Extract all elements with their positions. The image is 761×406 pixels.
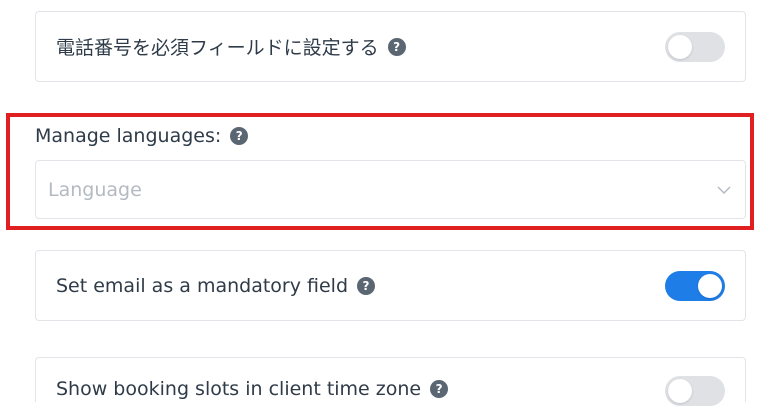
setting-row-phone-required: 電話番号を必須フィールドに設定する ? xyxy=(36,12,745,81)
highlight-frame xyxy=(6,113,754,230)
toggle-knob xyxy=(668,34,692,59)
toggle-knob xyxy=(668,379,692,403)
help-icon[interactable]: ? xyxy=(357,276,376,295)
setting-row-client-timezone: Show booking slots in client time zone ? xyxy=(36,358,745,406)
client-timezone-label: Show booking slots in client time zone xyxy=(56,378,422,400)
toggle-knob xyxy=(698,273,722,298)
setting-label-wrap: 電話番号を必須フィールドに設定する ? xyxy=(56,33,406,60)
help-icon[interactable]: ? xyxy=(430,380,449,398)
email-required-label: Set email as a mandatory field xyxy=(56,274,349,297)
phone-required-label: 電話番号を必須フィールドに設定する xyxy=(56,37,379,59)
email-required-toggle[interactable] xyxy=(665,270,725,301)
setting-card-email-required: Set email as a mandatory field ? xyxy=(35,250,746,321)
phone-required-toggle[interactable] xyxy=(665,31,725,62)
setting-card-phone-required: 電話番号を必須フィールドに設定する ? xyxy=(35,11,746,82)
setting-label-wrap: Set email as a mandatory field ? xyxy=(56,274,376,297)
setting-label-wrap: Show booking slots in client time zone ? xyxy=(56,378,449,400)
setting-row-email-required: Set email as a mandatory field ? xyxy=(36,251,745,320)
help-icon[interactable]: ? xyxy=(387,37,406,56)
setting-card-client-timezone: Show booking slots in client time zone ? xyxy=(35,357,746,406)
